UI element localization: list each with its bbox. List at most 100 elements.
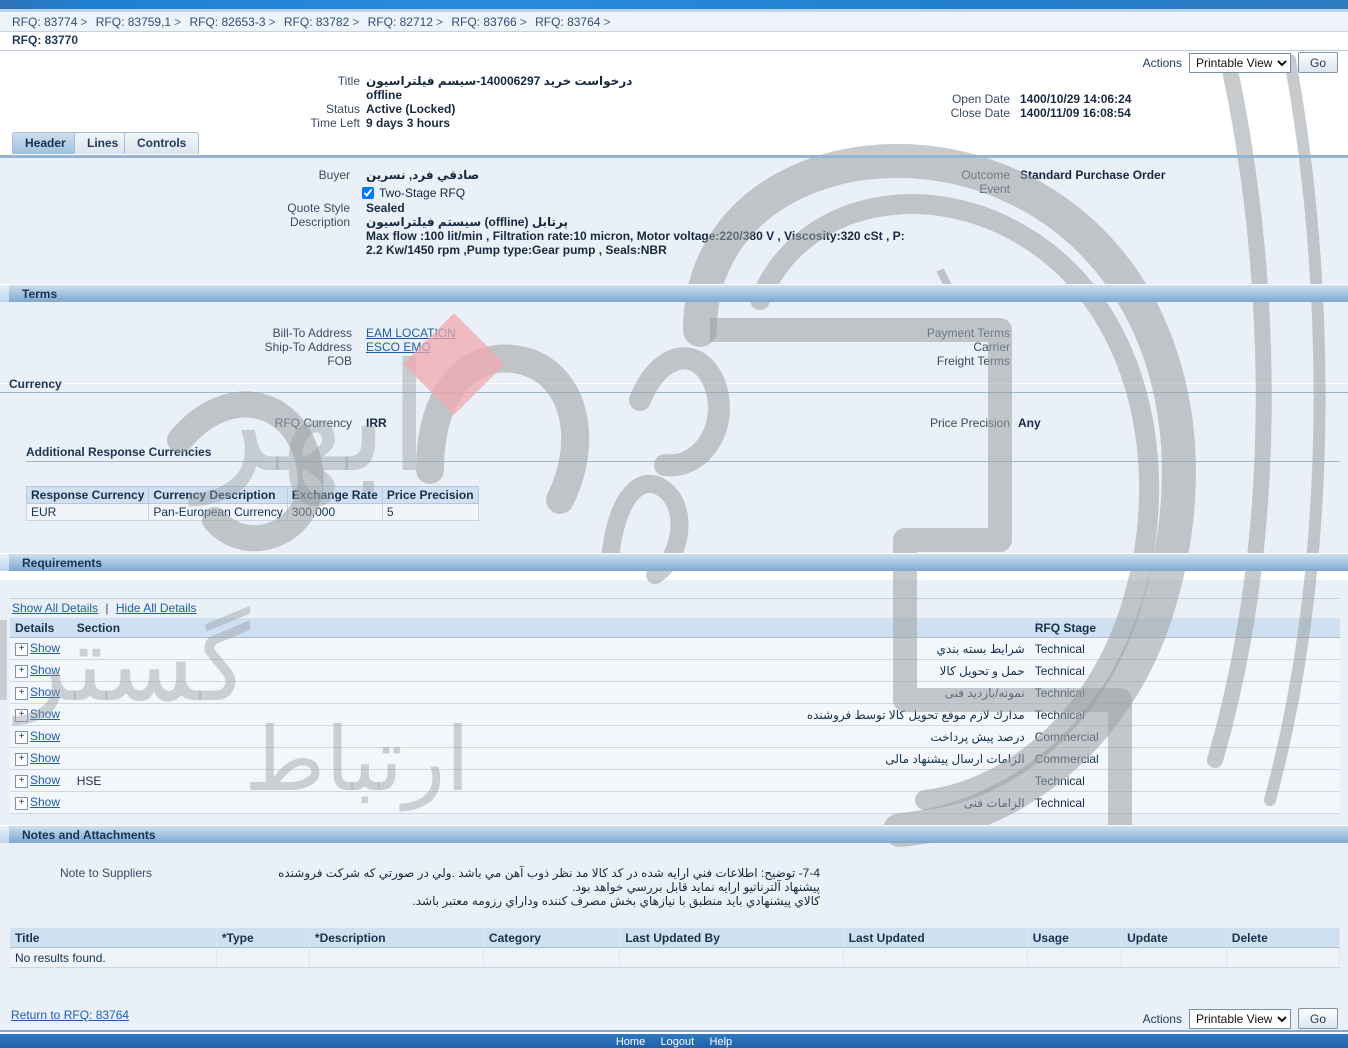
breadcrumb-item-0[interactable]: RFQ: 83774	[12, 15, 77, 29]
cell-empty	[1226, 947, 1341, 968]
currency-section-title: Currency	[9, 377, 62, 391]
bottom-actions-select[interactable]: Printable View	[1188, 1008, 1291, 1029]
show-link[interactable]: Show	[30, 795, 60, 809]
outcome-value: Standard Purchase Order	[1020, 168, 1166, 182]
tab-lines[interactable]: Lines	[74, 132, 132, 154]
quote-style-label: Quote Style	[287, 201, 350, 215]
breadcrumb-separator: >	[352, 15, 360, 29]
expand-icon[interactable]: +	[15, 730, 28, 744]
footer-link-help[interactable]: Help	[710, 1035, 733, 1048]
cell-empty	[483, 947, 621, 968]
breadcrumb-item-1[interactable]: RFQ: 83759,1	[96, 15, 171, 29]
ship-to-address-link[interactable]: ESCO EMO	[366, 340, 431, 354]
show-link[interactable]: Show	[30, 685, 60, 699]
cell-stage: Technical	[1029, 681, 1340, 704]
col-delete: Delete	[1226, 928, 1341, 948]
breadcrumb-item-5[interactable]: RFQ: 83766	[451, 15, 516, 29]
close-date-value: 1400/11/09 16:08:54	[1020, 106, 1131, 120]
footer-link-logout[interactable]: Logout	[661, 1035, 695, 1048]
breadcrumb-item-6[interactable]: RFQ: 83764	[535, 15, 600, 29]
tab-bar: Header Lines Controls	[0, 132, 1348, 156]
show-link[interactable]: Show	[30, 663, 60, 677]
col-exchange-rate: Exchange Rate	[286, 486, 383, 504]
col-last-updated-by: Last Updated By	[619, 928, 844, 948]
cell-stage: Technical	[1029, 769, 1340, 792]
tab-controls[interactable]: Controls	[124, 132, 200, 154]
description-line2: Max flow :100 lit/min , Filtration rate:…	[366, 229, 905, 243]
event-label: Event	[979, 182, 1010, 196]
cell-details: + Show	[10, 769, 72, 792]
table-row: EUR Pan-European Currency 300,000 5	[25, 503, 479, 521]
cell-details: + Show	[10, 791, 72, 814]
cell-section: درصد پیش پرداخت	[71, 725, 1030, 748]
carrier-label: Carrier	[973, 340, 1010, 354]
cell-empty	[1027, 947, 1123, 968]
table-row: + Show نمونه/بازدید فنی Technical	[10, 681, 1340, 704]
requirements-section-bar: Requirements	[0, 553, 1348, 571]
show-all-details-link[interactable]: Show All Details	[12, 601, 98, 615]
status-label: Status	[325, 102, 360, 116]
show-link[interactable]: Show	[30, 729, 60, 743]
expand-icon[interactable]: +	[15, 774, 28, 788]
cell-empty	[843, 947, 1028, 968]
hide-all-details-link[interactable]: Hide All Details	[116, 601, 197, 615]
description-label: Description	[289, 215, 350, 229]
expand-icon[interactable]: +	[15, 708, 28, 722]
payment-terms-label: Payment Terms	[926, 326, 1010, 340]
show-link[interactable]: Show	[30, 751, 60, 765]
expand-icon[interactable]: +	[15, 664, 28, 678]
expand-icon[interactable]: +	[15, 796, 28, 810]
two-stage-rfq-checkbox[interactable]	[362, 187, 374, 199]
note-line-2: پیشنهاد آلترناتیو ارایه نماید قابل بررسي…	[572, 880, 820, 894]
response-currency-table: Response Currency Currency Description E…	[25, 486, 479, 521]
footer-top-line	[0, 1030, 1348, 1032]
cell-exchange-rate: 300,000	[286, 503, 383, 521]
breadcrumb-item-2[interactable]: RFQ: 82653-3	[189, 15, 265, 29]
bottom-go-button[interactable]: Go	[1297, 1008, 1338, 1029]
cell-empty-message: No results found.	[10, 947, 217, 968]
terms-section-title: Terms	[22, 287, 58, 301]
details-toggle-bar: Show All Details | Hide All Details	[12, 601, 197, 615]
browser-top-strip-light	[0, 9, 1348, 12]
return-to-rfq-link[interactable]: Return to RFQ: 83764	[11, 1008, 129, 1022]
breadcrumb-separator: >	[603, 15, 611, 29]
expand-icon[interactable]: +	[15, 642, 28, 656]
footer-link-home[interactable]: Home	[616, 1035, 645, 1048]
show-link[interactable]: Show	[30, 641, 60, 655]
show-link[interactable]: Show	[30, 773, 60, 787]
cell-stage: Commercial	[1029, 725, 1340, 748]
cell-details: + Show	[10, 659, 72, 682]
expand-icon[interactable]: +	[15, 686, 28, 700]
top-go-button[interactable]: Go	[1297, 52, 1338, 73]
table-row: + Show مدارك لازم موفع تحویل کالا توسط فر…	[10, 703, 1340, 726]
expand-icon[interactable]: +	[15, 752, 28, 766]
tab-header[interactable]: Header	[12, 132, 79, 154]
two-stage-rfq-label: Two-Stage RFQ	[379, 186, 466, 200]
col-price-precision: Price Precision	[381, 486, 479, 504]
breadcrumb-separator: >	[268, 15, 276, 29]
bill-to-address-link[interactable]: EAM LOCATION	[366, 326, 456, 340]
table-header-row: Details Section RFQ Stage	[10, 618, 1340, 638]
show-link[interactable]: Show	[30, 707, 60, 721]
col-description: *Description	[309, 928, 484, 948]
header-divider	[0, 50, 1348, 51]
table-header-row: Response Currency Currency Description E…	[25, 486, 479, 504]
cell-stage: Technical	[1029, 703, 1340, 726]
table-row: + Show شرايط بسته بندي Technical	[10, 637, 1340, 660]
fob-label: FOB	[327, 354, 352, 368]
cell-details: + Show	[10, 637, 72, 660]
col-category: Category	[483, 928, 621, 948]
breadcrumb-separator: >	[519, 15, 527, 29]
ship-to-label: Ship-To Address	[264, 340, 352, 354]
breadcrumb-item-3[interactable]: RFQ: 83782	[284, 15, 349, 29]
breadcrumb-item-4[interactable]: RFQ: 82712	[368, 15, 433, 29]
description-line1: پرتابل (offline) سيستم فيلتراسيون	[366, 215, 569, 229]
breadcrumb-separator: >	[80, 15, 88, 29]
rfq-currency-value: IRR	[366, 416, 387, 430]
top-actions-select[interactable]: Printable View	[1188, 52, 1291, 73]
breadcrumb-separator: >	[435, 15, 443, 29]
rfq-header-details: Title درخواست خريد 140006297-سيسم فيلترا…	[0, 70, 1348, 130]
browser-top-strip	[0, 0, 1348, 9]
table-row: + Show HSE Technical	[10, 769, 1340, 792]
breadcrumb-current: RFQ: 83770	[12, 33, 79, 47]
